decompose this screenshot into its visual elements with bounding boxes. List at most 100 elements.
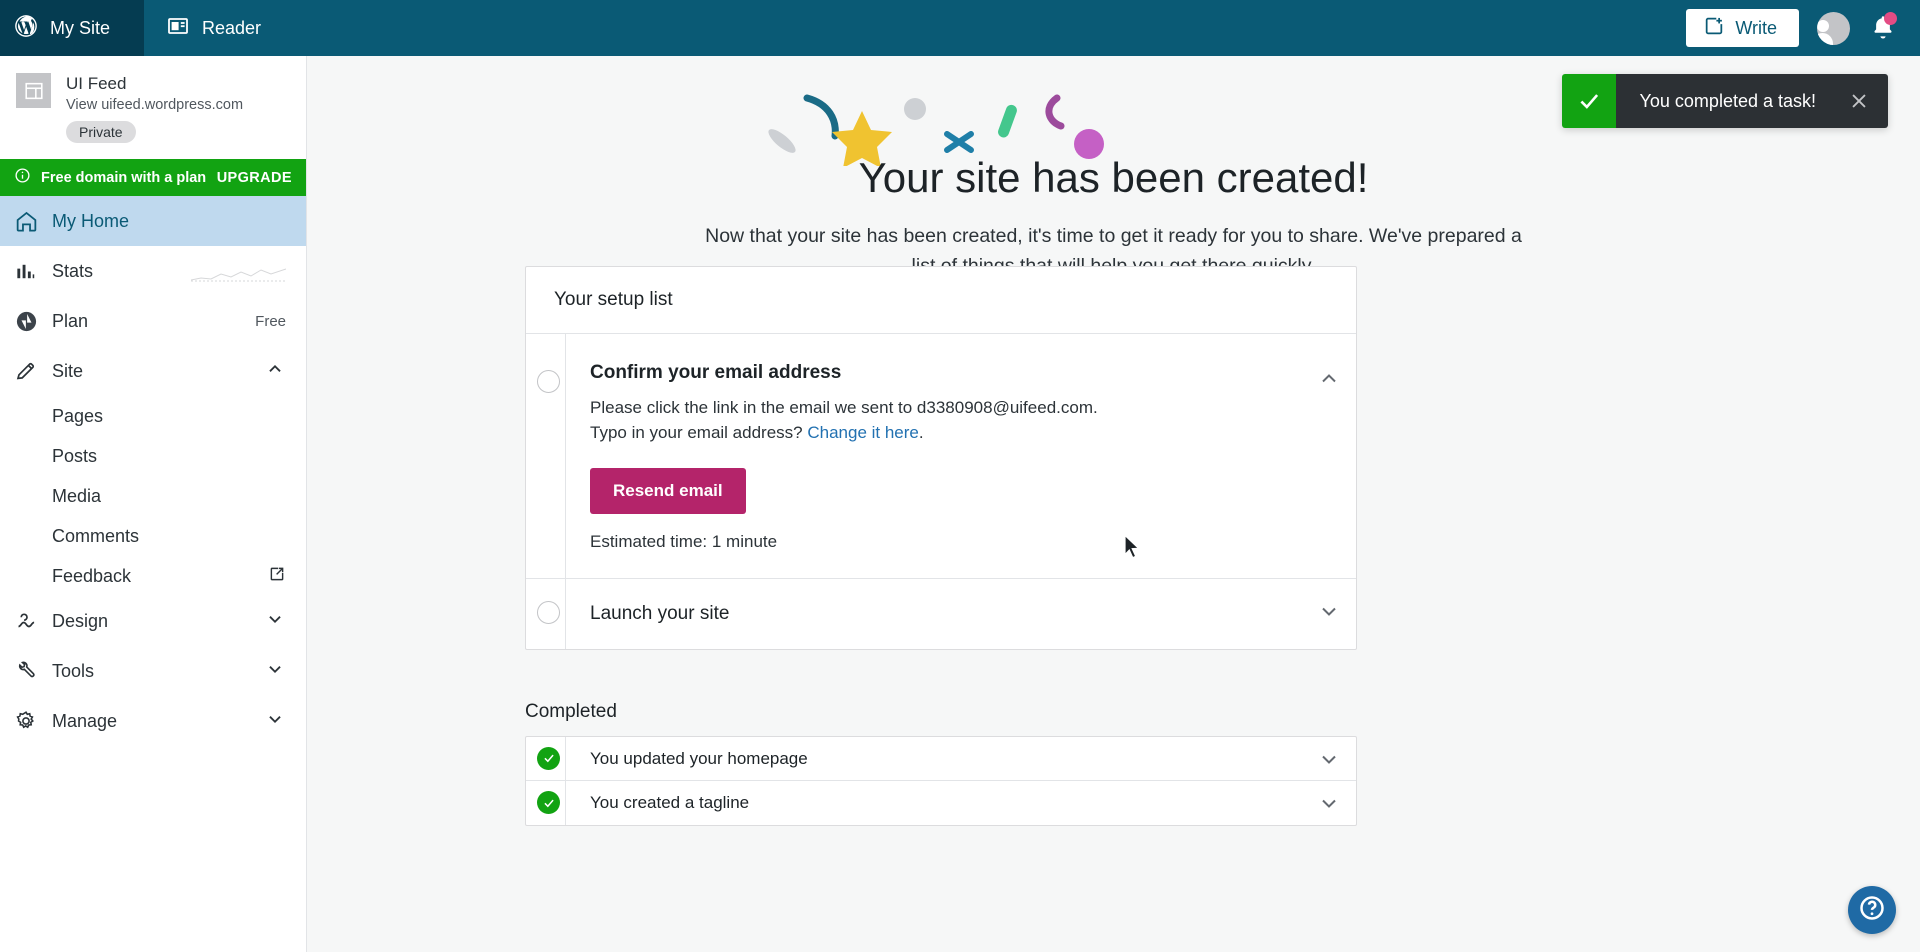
sidebar-item-plan[interactable]: Plan Free	[0, 296, 306, 346]
sidebar-item-site[interactable]: Site	[0, 346, 306, 396]
task-rail	[526, 334, 566, 578]
task-rail	[526, 781, 566, 825]
completed-row-label: You created a tagline	[590, 793, 750, 812]
sidebar-subitem-label: Comments	[52, 525, 140, 546]
completed-section-label: Completed	[525, 701, 617, 722]
sidebar-item-comments[interactable]: Comments	[0, 516, 306, 556]
masterbar-my-site-button[interactable]: My Site	[0, 0, 144, 56]
task-description-line2-post: .	[918, 423, 924, 442]
task-title: Confirm your email address	[590, 362, 842, 383]
resend-email-button[interactable]: Resend email	[590, 468, 746, 514]
wrench-icon	[14, 659, 52, 683]
toast-message: You completed a task!	[1639, 90, 1816, 111]
notification-badge-dot	[1884, 12, 1897, 25]
check-circle-icon	[537, 746, 560, 770]
chevron-down-icon[interactable]	[264, 658, 286, 684]
page-title: Your site has been created!	[858, 154, 1369, 201]
plan-value: Free	[255, 312, 286, 330]
help-question-icon	[1857, 893, 1887, 928]
wordpress-my-home-page: My Site Reader Write UI Feed View uifeed…	[0, 0, 1920, 952]
task-rail	[526, 736, 566, 781]
sidebar-item-manage[interactable]: Manage	[0, 696, 306, 746]
info-circle-icon	[14, 167, 31, 188]
close-x-icon[interactable]	[1848, 90, 1870, 112]
sidebar-item-pages[interactable]: Pages	[0, 396, 306, 436]
completed-row-homepage[interactable]: You updated your homepage	[526, 736, 1356, 781]
notifications-bell-icon[interactable]	[1868, 12, 1898, 43]
task-description-line1: Please click the link in the email we se…	[590, 398, 1098, 417]
chevron-down-icon[interactable]	[264, 708, 286, 734]
sidebar-item-label: Manage	[52, 710, 118, 731]
stats-sparkline	[191, 268, 286, 282]
masterbar-my-site-label: My Site	[50, 17, 111, 38]
completed-row-tagline[interactable]: You created a tagline	[526, 781, 1356, 825]
check-circle-icon	[537, 791, 560, 814]
sidebar-item-tools[interactable]: Tools	[0, 646, 306, 696]
task-rail	[526, 579, 566, 649]
task-content: Confirm your email address Please click …	[566, 334, 1302, 578]
sidebar-item-label: Plan	[52, 310, 89, 331]
pencil-icon	[14, 359, 52, 383]
masterbar-reader-button[interactable]: Reader	[144, 0, 283, 56]
masterbar: My Site Reader Write	[0, 0, 1920, 56]
task-estimated-time: Estimated time: 1 minute	[590, 532, 778, 551]
toast-notification[interactable]: You completed a task!	[1561, 74, 1888, 128]
write-button[interactable]: Write	[1686, 9, 1799, 47]
chevron-down-icon[interactable]	[1302, 747, 1356, 771]
stats-bars-icon	[14, 260, 52, 283]
masterbar-reader-label: Reader	[202, 17, 262, 38]
completed-row-label: You updated your homepage	[590, 748, 808, 768]
plan-jetpack-icon	[14, 309, 52, 334]
sidebar-item-design[interactable]: Design	[0, 596, 306, 646]
chevron-down-icon[interactable]	[1302, 579, 1356, 649]
setup-list-card: Your setup list Confirm your email addre…	[525, 266, 1357, 650]
wordpress-logo-icon	[13, 13, 39, 44]
chevron-down-icon[interactable]	[264, 608, 286, 634]
empty-circle-icon	[537, 370, 560, 393]
sidebar-item-label: Stats	[52, 260, 94, 281]
task-row-confirm-email[interactable]: Confirm your email address Please click …	[526, 334, 1356, 579]
sidebar-item-media[interactable]: Media	[0, 476, 306, 516]
sidebar-subitem-label: Feedback	[52, 565, 132, 586]
site-name: UI Feed	[66, 74, 127, 93]
write-plus-icon	[1703, 15, 1725, 42]
sidebar-subitem-label: Posts	[52, 445, 98, 466]
completed-list-card: You updated your homepage You created a …	[525, 736, 1357, 826]
sidebar-item-stats[interactable]: Stats	[0, 246, 306, 296]
site-layout-icon	[16, 73, 51, 108]
sidebar: UI Feed View uifeed.wordpress.com Privat…	[0, 56, 307, 952]
site-url: View uifeed.wordpress.com	[66, 97, 244, 113]
sidebar-subitem-label: Media	[52, 485, 102, 506]
gear-icon	[14, 709, 52, 733]
home-icon	[14, 209, 52, 234]
upgrade-banner-label: Free domain with a plan	[41, 169, 207, 186]
chevron-up-icon[interactable]	[1302, 334, 1356, 578]
mouse-cursor	[1124, 534, 1140, 559]
sidebar-subitem-label: Pages	[52, 405, 104, 426]
help-button[interactable]	[1848, 886, 1896, 934]
write-button-label: Write	[1735, 17, 1777, 38]
status-badge: Private	[66, 121, 136, 143]
masterbar-right-group: Write	[1686, 0, 1920, 56]
avatar[interactable]	[1817, 11, 1850, 45]
sidebar-item-label: Design	[52, 610, 109, 631]
sidebar-item-label: Tools	[52, 660, 95, 681]
chevron-up-icon[interactable]	[264, 358, 286, 384]
upgrade-banner[interactable]: Free domain with a plan UPGRADE	[0, 159, 306, 196]
task-description: Please click the link in the email we se…	[590, 395, 1302, 445]
external-link-icon	[268, 565, 286, 587]
design-brush-icon	[14, 609, 52, 633]
sidebar-item-posts[interactable]: Posts	[0, 436, 306, 476]
sidebar-item-label: Site	[52, 360, 84, 381]
sidebar-item-feedback[interactable]: Feedback	[0, 556, 306, 596]
task-row-launch-site[interactable]: Launch your site	[526, 579, 1356, 649]
site-card[interactable]: UI Feed View uifeed.wordpress.com Privat…	[0, 56, 306, 143]
sidebar-item-my-home[interactable]: My Home	[0, 196, 306, 246]
change-email-link[interactable]: Change it here	[807, 423, 919, 442]
upgrade-banner-action[interactable]: UPGRADE	[217, 170, 292, 186]
sidebar-item-label: My Home	[52, 210, 130, 231]
task-description-line2-pre: Typo in your email address?	[590, 423, 808, 442]
checkmark-icon	[1561, 74, 1616, 128]
reader-icon	[166, 14, 190, 43]
chevron-down-icon[interactable]	[1302, 791, 1356, 815]
